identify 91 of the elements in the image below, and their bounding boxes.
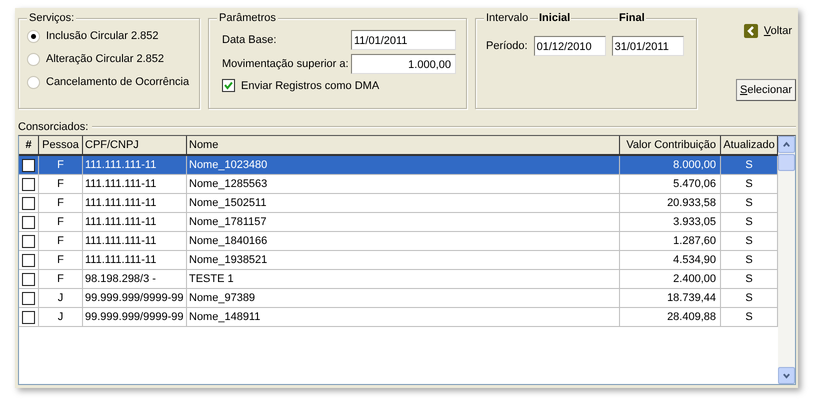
table-cell: F: [39, 213, 83, 231]
checkbox[interactable]: [22, 158, 35, 172]
table-cell: F: [39, 251, 83, 269]
checkbox[interactable]: [222, 79, 235, 92]
table-cell: F: [39, 175, 83, 193]
caret-down-icon: [782, 371, 791, 380]
column-label: Inicial: [538, 12, 572, 24]
radio-button[interactable]: [27, 30, 40, 42]
table-cell: F: [39, 232, 83, 250]
checkbox[interactable]: [22, 254, 35, 266]
table-cell: 111.111.111-11: [83, 175, 187, 193]
select-button[interactable]: Selecionar: [736, 79, 796, 101]
table-cell: F: [39, 270, 83, 288]
table-cell: 28.409,88: [620, 308, 721, 326]
table-row[interactable]: F 98.198.298/3 - TESTE 1 2.400,00 S: [19, 270, 778, 289]
group-title: Parâmetros: [217, 12, 278, 24]
checkbox[interactable]: [22, 292, 35, 304]
table-cell: 111.111.111-11: [83, 251, 187, 269]
table-cell: Nome_1938521: [187, 251, 620, 269]
column-header[interactable]: Nome: [187, 136, 620, 154]
scrollbar[interactable]: [778, 136, 795, 384]
table-row[interactable]: F 111.111.111-11 Nome_1840166 1.287,60 S: [19, 232, 778, 251]
field-label: Data Base:: [222, 34, 276, 46]
table-cell: 98.198.298/3 -: [83, 270, 187, 288]
caret-up-icon: [782, 140, 791, 149]
table-cell: J: [39, 289, 83, 307]
table-cell: 5.470,06: [620, 175, 721, 193]
table-row[interactable]: F 111.111.111-11 Nome_1285563 5.470,06 S: [19, 175, 778, 194]
table-cell: 111.111.111-11: [83, 156, 187, 174]
table-row[interactable]: F 111.111.111-11 Nome_1502511 20.933,58 S: [19, 194, 778, 213]
input-field[interactable]: 1.000,00: [351, 54, 456, 74]
radio-option[interactable]: Alteração Circular 2.852: [27, 51, 199, 67]
radio-option[interactable]: Inclusão Circular 2.852: [27, 28, 199, 44]
field-label: Movimentação superior a:: [222, 58, 349, 70]
column-header[interactable]: Valor Contribuição: [620, 136, 721, 154]
table-cell: 2.400,00: [620, 270, 721, 288]
group-title: Intervalo: [484, 12, 530, 24]
radio-label: Inclusão Circular 2.852: [46, 30, 159, 42]
radio-option[interactable]: Cancelamento de Ocorrência: [27, 74, 199, 90]
checkbox[interactable]: [22, 196, 35, 210]
input-field[interactable]: 01/12/2010: [534, 36, 606, 56]
radio-label: Cancelamento de Ocorrência: [46, 76, 190, 88]
back-link[interactable]: Voltar: [744, 23, 792, 39]
table-cell: J: [39, 308, 83, 326]
table-cell: Nome_1285563: [187, 175, 620, 193]
table-row[interactable]: F 111.111.111-11 Nome_1023480 8.000,00 S: [19, 156, 778, 175]
scroll-thumb[interactable]: [778, 154, 795, 171]
table-cell: Nome_1781157: [187, 213, 620, 231]
field-label: Período:: [486, 40, 528, 52]
checkbox[interactable]: [22, 310, 35, 324]
table-row[interactable]: J 99.999.999/9999-99 Nome_97389 18.739,44 S: [19, 289, 778, 308]
table-cell: 99.999.999/9999-99: [83, 289, 187, 307]
table-row[interactable]: J 99.999.999/9999-99 Nome_148911 28.409,88 S: [19, 308, 778, 327]
input-field[interactable]: 31/01/2011: [612, 36, 684, 56]
table-cell: 4.534,90: [620, 251, 721, 269]
table-cell: TESTE 1: [187, 270, 620, 288]
radio-label: Alteração Circular 2.852: [46, 53, 164, 65]
column-header[interactable]: Pessoa: [39, 136, 83, 154]
table-cell: 3.933,05: [620, 213, 721, 231]
scroll-down-button[interactable]: [778, 367, 795, 384]
table-row[interactable]: F 111.111.111-11 Nome_1938521 4.534,90 S: [19, 251, 778, 270]
table-cell: 111.111.111-11: [83, 213, 187, 231]
table-cell: 20.933,58: [620, 194, 721, 212]
group-title: Serviços:: [27, 12, 76, 24]
column-label: Final: [618, 12, 646, 24]
radio-button[interactable]: [27, 52, 40, 66]
checkbox[interactable]: [22, 216, 35, 228]
table-cell: 18.739,44: [620, 289, 721, 307]
table-cell: Nome_1840166: [187, 232, 620, 250]
column-header[interactable]: #: [19, 136, 39, 154]
input-field[interactable]: 11/01/2011: [351, 30, 456, 50]
checkbox[interactable]: [22, 178, 35, 190]
checkbox[interactable]: [22, 272, 35, 286]
table-cell: 8.000,00: [620, 156, 721, 174]
table-row[interactable]: F 111.111.111-11 Nome_1781157 3.933,05 S: [19, 213, 778, 232]
table-cell: 1.287,60: [620, 232, 721, 250]
table-cell: Nome_1023480: [187, 156, 620, 174]
scroll-up-button[interactable]: [778, 136, 795, 153]
radio-button[interactable]: [27, 76, 40, 88]
table-cell: 99.999.999/9999-99: [83, 308, 187, 326]
table-cell: Nome_1502511: [187, 194, 620, 212]
table-cell: F: [39, 156, 83, 174]
table-cell: Nome_97389: [187, 289, 620, 307]
table-cell: 111.111.111-11: [83, 232, 187, 250]
column-header[interactable]: CPF/CNPJ: [83, 136, 187, 154]
section-label: Consorciados:: [18, 120, 88, 132]
checkbox[interactable]: [22, 234, 35, 248]
table-cell: F: [39, 194, 83, 212]
checkbox-label: Enviar Registros como DMA: [241, 80, 380, 92]
table-cell: Nome_148911: [187, 308, 620, 326]
table-cell: 111.111.111-11: [83, 194, 187, 212]
